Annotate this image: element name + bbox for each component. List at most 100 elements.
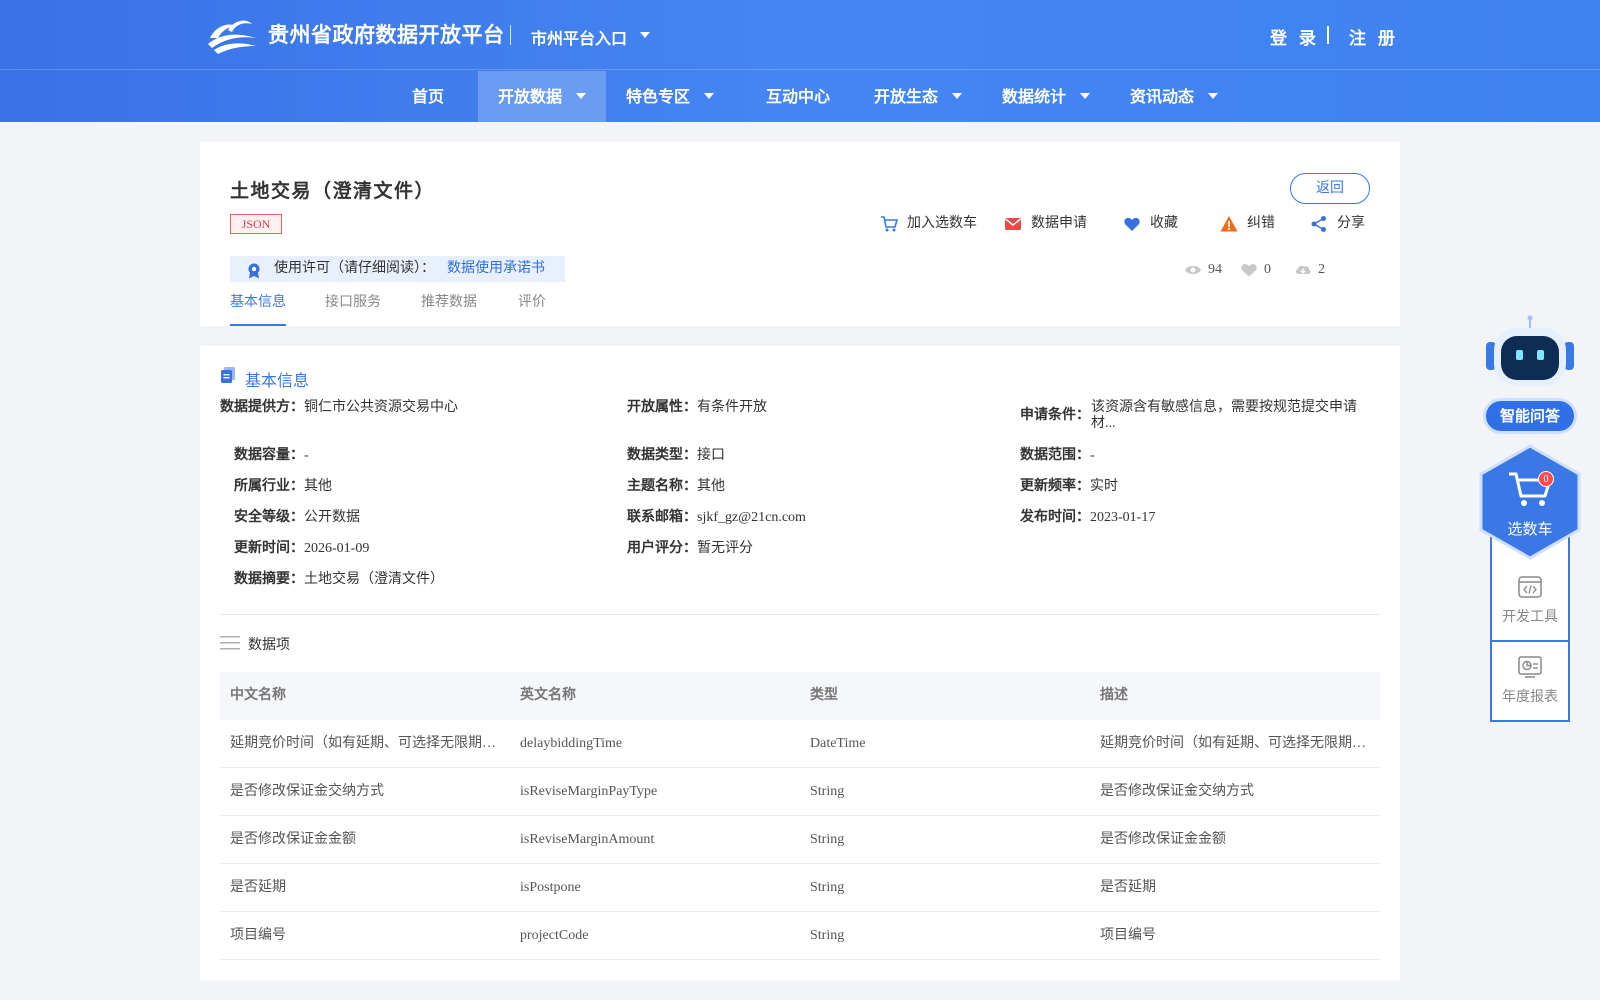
cart-hexagon-button[interactable] bbox=[1479, 444, 1581, 560]
field-value: 2023-01-17 bbox=[1090, 510, 1156, 525]
nav-label: 数据统计 bbox=[1001, 87, 1066, 106]
table-cell: isReviseMarginAmount bbox=[520, 832, 655, 847]
field-value: 土地交易（澄清文件） bbox=[304, 572, 444, 587]
data-items-table: 中文名称 英文名称 类型 描述 延期竞价时间（如有延期、可选择无限期延期） de… bbox=[220, 672, 1380, 960]
nav-label: 首页 bbox=[411, 87, 444, 106]
smart-qa-button[interactable]: 智能问答 bbox=[1483, 398, 1577, 434]
field-capacity: 数据容量：- bbox=[234, 448, 309, 464]
table-cell: isPostpone bbox=[520, 880, 581, 895]
nav-item-open-data[interactable]: 开放数据 bbox=[478, 71, 606, 122]
field-key: 开放属性： bbox=[627, 400, 697, 415]
tab-recommended[interactable]: 推荐数据 bbox=[421, 292, 477, 326]
city-entry-dropdown[interactable]: 市州平台入口 bbox=[531, 25, 627, 49]
table-cell: String bbox=[810, 784, 845, 799]
action-label: 纠错 bbox=[1247, 216, 1275, 231]
table-cell: 是否延期 bbox=[1100, 880, 1156, 895]
field-key: 所属行业： bbox=[234, 479, 304, 494]
license-link[interactable]: 数据使用承诺书 bbox=[447, 256, 545, 282]
table-row: 是否修改保证金交纳方式 isReviseMarginPayType String… bbox=[220, 768, 1380, 816]
eye-icon bbox=[1185, 265, 1201, 275]
tab-reviews[interactable]: 评价 bbox=[518, 292, 546, 326]
table-cell: 是否修改保证金交纳方式 bbox=[1100, 784, 1254, 799]
field-security: 安全等级：公开数据 bbox=[234, 510, 360, 526]
auth-divider bbox=[1327, 26, 1329, 44]
report-icon bbox=[1518, 656, 1542, 678]
field-value: - bbox=[1090, 448, 1095, 463]
table-cell: String bbox=[810, 880, 845, 895]
field-key: 更新时间： bbox=[234, 541, 304, 556]
field-key: 主题名称： bbox=[627, 479, 697, 494]
table-row: 项目编号 projectCode String 项目编号 bbox=[220, 912, 1380, 960]
table-cell: String bbox=[810, 928, 845, 943]
chevron-down-icon bbox=[704, 92, 714, 99]
code-icon bbox=[1518, 576, 1542, 598]
field-value: 实时 bbox=[1090, 479, 1118, 494]
license-bar: 使用许可（请仔细阅读）： 数据使用承诺书 bbox=[230, 256, 565, 282]
nav-item-home[interactable]: 首页 bbox=[396, 71, 460, 122]
award-icon bbox=[248, 263, 260, 279]
column-header: 描述 bbox=[1100, 688, 1128, 703]
table-cell: 项目编号 bbox=[230, 928, 286, 943]
brand-title: 贵州省政府数据开放平台 bbox=[268, 23, 505, 47]
chevron-down-icon[interactable] bbox=[640, 32, 650, 38]
side-divider bbox=[1492, 640, 1568, 642]
dev-tools-button[interactable]: 开发工具 bbox=[1492, 576, 1568, 626]
basic-info-card: 基本信息 数据提供方：铜仁市公共资源交易中心 开放属性：有条件开放 申请条件： … bbox=[200, 346, 1400, 980]
views-count: 94 bbox=[1208, 262, 1222, 277]
column-header: 中文名称 bbox=[230, 688, 286, 703]
table-cell: 是否延期 bbox=[230, 880, 286, 895]
annual-report-button[interactable]: 年度报表 bbox=[1492, 656, 1568, 706]
table-row: 是否延期 isPostpone String 是否延期 bbox=[220, 864, 1380, 912]
table-header: 中文名称 英文名称 类型 描述 bbox=[220, 672, 1380, 720]
field-value: 接口 bbox=[697, 448, 725, 463]
data-items-title: 数据项 bbox=[248, 638, 290, 653]
table-row: 延期竞价时间（如有延期、可选择无限期延期） delaybiddingTime D… bbox=[220, 720, 1380, 768]
field-key: 安全等级： bbox=[234, 510, 304, 525]
field-industry: 所属行业：其他 bbox=[234, 479, 332, 495]
nav-item-news[interactable]: 资讯动态 bbox=[1124, 71, 1224, 122]
field-key: 申请条件： bbox=[1020, 408, 1090, 423]
heart-icon bbox=[1124, 217, 1140, 231]
login-link[interactable]: 登 录 bbox=[1270, 24, 1319, 49]
field-value: 铜仁市公共资源交易中心 bbox=[304, 400, 458, 415]
field-value: 其他 bbox=[697, 479, 725, 494]
nav-label: 特色专区 bbox=[625, 87, 690, 106]
table-cell: isReviseMarginPayType bbox=[520, 784, 658, 799]
table-cell: String bbox=[810, 832, 845, 847]
table-cell: 延期竞价时间（如有延期、可选择无限期延期） bbox=[230, 736, 500, 751]
section-divider bbox=[220, 614, 1380, 615]
field-key: 更新频率： bbox=[1020, 479, 1090, 494]
nav-label: 开放生态 bbox=[873, 87, 938, 106]
top-bar: 贵州省政府数据开放平台 市州平台入口 登 录 注 册 bbox=[0, 0, 1600, 70]
table-cell: 是否修改保证金交纳方式 bbox=[230, 784, 384, 799]
nav-item-ecosystem[interactable]: 开放生态 bbox=[868, 71, 968, 122]
warning-icon bbox=[1220, 216, 1238, 232]
field-apply-cond-value: 该资源含有敏感信息，需要按规范提交申请材... bbox=[1091, 400, 1357, 431]
table-cell: 是否修改保证金金额 bbox=[230, 832, 356, 847]
field-open-attr: 开放属性：有条件开放 bbox=[627, 400, 767, 416]
cloud-download-icon bbox=[1295, 265, 1311, 274]
action-label: 数据申请 bbox=[1031, 216, 1087, 231]
cart-label[interactable]: 选数车 bbox=[1479, 518, 1581, 539]
tab-api-service[interactable]: 接口服务 bbox=[325, 292, 381, 326]
field-key: 数据范围： bbox=[1020, 448, 1090, 463]
field-value: 公开数据 bbox=[304, 510, 360, 525]
nav-label: 开放数据 bbox=[497, 87, 562, 106]
field-email: 联系邮箱：sjkf_gz@21cn.com bbox=[627, 510, 806, 526]
register-link[interactable]: 注 册 bbox=[1349, 24, 1398, 49]
nav-item-statistics[interactable]: 数据统计 bbox=[996, 71, 1096, 122]
robot-assistant-icon[interactable] bbox=[1484, 314, 1576, 394]
cart-icon bbox=[881, 216, 898, 232]
field-key: 联系邮箱： bbox=[627, 510, 697, 525]
field-frequency: 更新频率：实时 bbox=[1020, 479, 1118, 495]
nav-item-featured[interactable]: 特色专区 bbox=[620, 71, 720, 122]
back-button[interactable]: 返回 bbox=[1290, 173, 1370, 204]
nav-item-interaction[interactable]: 互动中心 bbox=[758, 71, 838, 122]
chevron-down-icon bbox=[1208, 92, 1218, 99]
chevron-down-icon bbox=[576, 92, 586, 99]
table-row: 是否修改保证金金额 isReviseMarginAmount String 是否… bbox=[220, 816, 1380, 864]
field-rating: 用户评分：暂无评分 bbox=[627, 541, 753, 557]
tab-basic-info[interactable]: 基本信息 bbox=[230, 292, 286, 326]
table-cell: 是否修改保证金金额 bbox=[1100, 832, 1226, 847]
field-value: - bbox=[304, 448, 309, 463]
